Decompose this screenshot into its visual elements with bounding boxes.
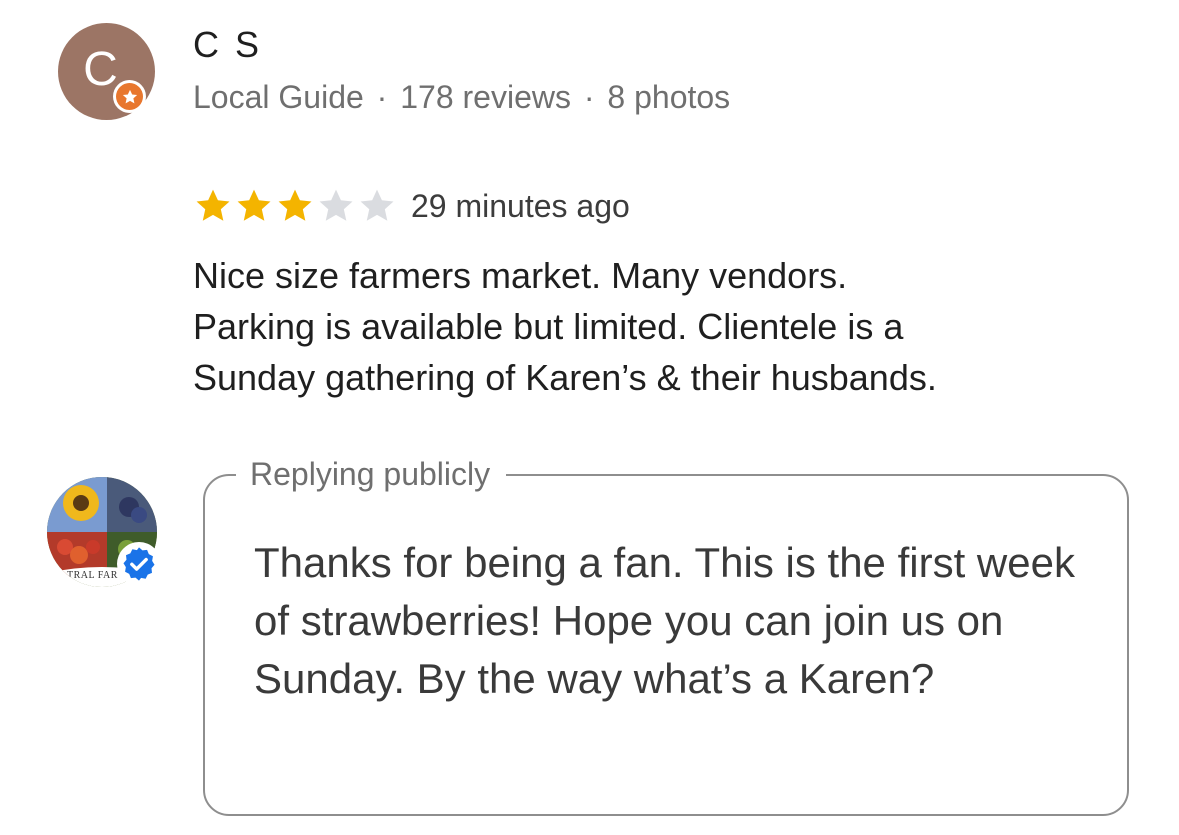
- local-guide-label: Local Guide: [193, 79, 364, 115]
- review-text: Nice size farmers market. Many vendors. …: [193, 255, 937, 398]
- reviewer-meta: Local Guide · 178 reviews · 8 photos: [193, 78, 730, 116]
- star-filled-icon: [196, 189, 230, 221]
- rating-row: 29 minutes ago: [193, 184, 630, 228]
- reply-label: Replying publicly: [236, 452, 507, 496]
- meta-separator: ·: [376, 79, 388, 115]
- star-filled-icon: [237, 189, 271, 221]
- meta-separator: ·: [583, 79, 595, 115]
- local-guide-badge-icon: [113, 80, 146, 113]
- star-filled-icon: [278, 189, 312, 221]
- verified-check-icon: [123, 547, 155, 581]
- photo-count: 8 photos: [607, 79, 731, 115]
- owner-reply-text: Thanks for being a fan. This is the firs…: [254, 539, 1075, 702]
- star-empty-icon: [360, 189, 394, 221]
- verified-badge-icon: [117, 542, 161, 586]
- review-time: 29 minutes ago: [411, 188, 630, 224]
- star-badge-icon: [122, 89, 137, 103]
- review-card: C C S Local Guide · 178 reviews · 8 phot…: [0, 0, 1179, 835]
- reviewer-avatar-initial: C: [83, 42, 118, 96]
- star-empty-icon: [319, 189, 353, 221]
- reviewer-name[interactable]: C S: [193, 25, 262, 65]
- review-count: 178 reviews: [400, 79, 571, 115]
- star-rating: [193, 186, 397, 226]
- owner-avatar-caption: TRAL FAR: [67, 570, 118, 581]
